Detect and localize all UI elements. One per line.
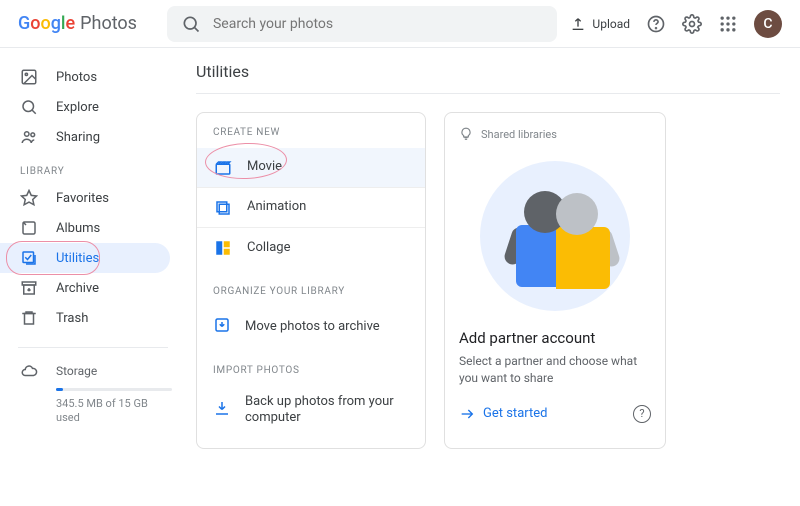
get-started-label: Get started <box>483 406 547 421</box>
sidebar-item-label: Archive <box>56 281 99 296</box>
sidebar-item-utilities[interactable]: Utilities <box>0 243 170 273</box>
search-icon <box>181 14 201 34</box>
sidebar-item-label: Trash <box>56 311 88 326</box>
sidebar-item-label: Explore <box>56 100 99 115</box>
cloud-icon <box>20 362 38 380</box>
photo-icon <box>20 68 38 86</box>
sidebar-item-trash[interactable]: Trash <box>0 303 170 333</box>
sidebar-item-sharing[interactable]: Sharing <box>0 122 170 152</box>
search-bar[interactable] <box>167 6 557 42</box>
storage-block[interactable]: Storage 345.5 MB of 15 GB used <box>0 362 182 426</box>
partner-subtitle: Select a partner and choose what you wan… <box>459 353 651 387</box>
product-name: Photos <box>80 13 137 34</box>
partner-title: Add partner account <box>459 329 651 347</box>
storage-label: Storage <box>56 364 97 378</box>
lightbulb-icon <box>459 127 473 141</box>
create-new-header: CREATE NEW <box>197 127 425 148</box>
gear-icon[interactable] <box>682 14 702 34</box>
sidebar-item-label: Sharing <box>56 130 100 145</box>
create-collage[interactable]: Collage <box>197 228 425 268</box>
partner-card-header-label: Shared libraries <box>481 128 557 141</box>
create-movie-label: Movie <box>247 159 282 175</box>
create-animation-label: Animation <box>247 199 306 215</box>
utilities-card: CREATE NEW Movie Animation <box>196 112 426 449</box>
utilities-icon <box>20 249 38 267</box>
help-icon[interactable] <box>646 14 666 34</box>
upload-label: Upload <box>592 17 630 31</box>
storage-text: 345.5 MB of 15 GB used <box>56 397 162 426</box>
sidebar-item-photos[interactable]: Photos <box>0 62 170 92</box>
sidebar-item-label: Photos <box>56 70 97 85</box>
archive-action-icon <box>213 316 231 338</box>
upload-icon <box>570 16 586 32</box>
move-to-archive-label: Move photos to archive <box>245 319 380 335</box>
upload-button[interactable]: Upload <box>570 16 630 32</box>
import-backup-label: Back up photos from your computer <box>245 394 409 427</box>
animation-icon <box>213 198 233 218</box>
sidebar-item-label: Albums <box>56 221 100 236</box>
sidebar-item-label: Favorites <box>56 191 109 206</box>
partner-card-header: Shared libraries <box>459 127 651 141</box>
people-icon <box>20 128 38 146</box>
partner-illustration <box>480 161 630 311</box>
import-backup[interactable]: Back up photos from your computer <box>197 386 425 434</box>
sidebar-section-library: LIBRARY <box>0 152 182 183</box>
collage-icon <box>213 238 233 258</box>
sidebar-item-label: Utilities <box>56 251 99 266</box>
get-started-button[interactable]: Get started <box>459 406 547 422</box>
header-actions: Upload C <box>570 10 782 38</box>
star-icon <box>20 189 38 207</box>
sidebar: Photos Explore Sharing LIBRARY Favorites… <box>0 48 182 449</box>
google-photos-logo[interactable]: Google Photos <box>18 13 137 34</box>
import-header: IMPORT PHOTOS <box>197 365 425 386</box>
partner-card: Shared libraries Add partner account Sel… <box>444 112 666 449</box>
main-area: Utilities CREATE NEW Movie Animation <box>182 48 800 449</box>
sidebar-item-explore[interactable]: Explore <box>0 92 170 122</box>
create-movie[interactable]: Movie <box>197 148 425 188</box>
create-animation[interactable]: Animation <box>197 188 425 228</box>
download-icon <box>213 399 231 421</box>
card-help-icon[interactable]: ? <box>633 405 651 423</box>
arrow-right-icon <box>459 406 475 422</box>
magnify-icon <box>20 98 38 116</box>
app-header: Google Photos Upload C <box>0 0 800 48</box>
move-to-archive[interactable]: Move photos to archive <box>197 307 425 347</box>
sidebar-item-favorites[interactable]: Favorites <box>0 183 170 213</box>
trash-icon <box>20 309 38 327</box>
organize-header: ORGANIZE YOUR LIBRARY <box>197 286 425 307</box>
album-icon <box>20 219 38 237</box>
apps-grid-icon[interactable] <box>718 14 738 34</box>
movie-icon <box>213 158 233 178</box>
create-collage-label: Collage <box>247 240 290 256</box>
page-title: Utilities <box>196 62 780 94</box>
sidebar-item-archive[interactable]: Archive <box>0 273 170 303</box>
divider <box>18 347 168 348</box>
storage-bar <box>56 388 172 391</box>
avatar[interactable]: C <box>754 10 782 38</box>
archive-icon <box>20 279 38 297</box>
google-wordmark: Google <box>18 13 75 34</box>
sidebar-item-albums[interactable]: Albums <box>0 213 170 243</box>
search-input[interactable] <box>213 16 543 32</box>
